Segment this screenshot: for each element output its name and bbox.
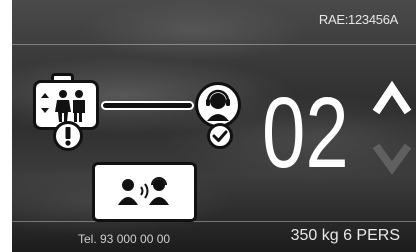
- header-divider: [12, 44, 416, 45]
- elevator-display-screen: RAE:123456A 02 350 kg 6 PERS: [12, 0, 416, 252]
- footer-divider: [12, 221, 416, 222]
- operator-headset-icon: [195, 82, 241, 128]
- exclamation-icon: [53, 121, 83, 151]
- direction-down-icon: [372, 138, 412, 176]
- direction-up-icon: [372, 80, 412, 118]
- rae-code: RAE:123456A: [318, 12, 398, 27]
- telephone-label: Tel. 93 000 00 00: [78, 232, 171, 246]
- voice-call-icon: [92, 162, 197, 222]
- capacity-label: 350 kg 6 PERS: [290, 227, 400, 244]
- connection-line-icon: [101, 101, 194, 110]
- check-icon: [207, 123, 233, 149]
- floor-number: 02: [262, 77, 349, 189]
